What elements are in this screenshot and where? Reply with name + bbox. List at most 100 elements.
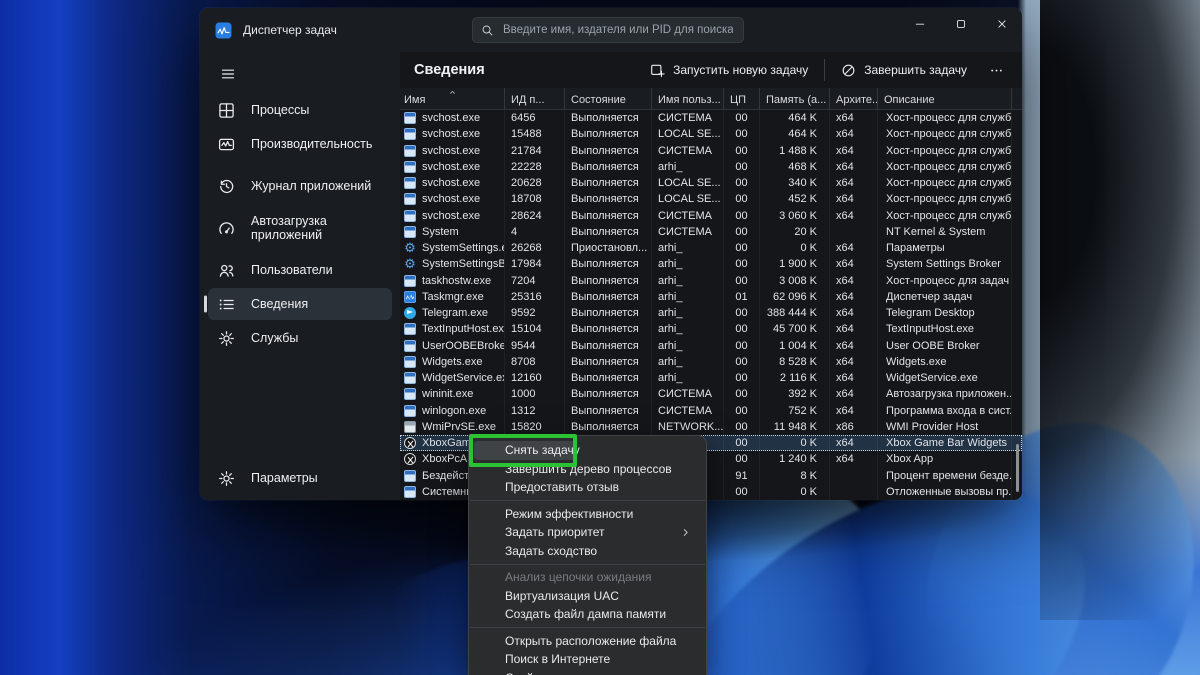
process-cell: 6456 — [505, 110, 565, 126]
context-menu-item-open-file-location[interactable]: Открыть расположение файла — [474, 632, 701, 651]
search-input[interactable] — [501, 23, 735, 37]
process-cell: 00 — [724, 273, 760, 289]
column-header-0[interactable]: Имя — [400, 88, 505, 109]
process-name-cell: SystemSettingsBroke... — [400, 256, 505, 272]
context-menu-item-properties[interactable]: Свойства — [474, 669, 701, 675]
context-menu-item-create-dump-file[interactable]: Создать файл дампа памяти — [474, 605, 701, 624]
sidebar-item-label: Сведения — [251, 297, 308, 311]
menu-separator — [470, 627, 705, 628]
process-cell: 00 — [724, 126, 760, 142]
process-cell: 45 700 K — [760, 321, 830, 337]
titlebar[interactable]: Диспетчер задач — [200, 8, 1022, 52]
sidebar-item-users[interactable]: Пользователи — [208, 254, 392, 286]
process-cell: x64 — [830, 435, 878, 451]
process-row[interactable]: Telegram.exe9592Выполняетсяarhi_00388 44… — [400, 305, 1022, 321]
context-menu-item-search-online[interactable]: Поиск в Интернете — [474, 650, 701, 669]
column-header-5[interactable]: Память (а... — [760, 88, 830, 109]
process-cell: Выполняется — [565, 338, 652, 354]
process-cell: x64 — [830, 338, 878, 354]
process-cell: Выполняется — [565, 289, 652, 305]
exe-process-icon — [404, 145, 416, 157]
process-row[interactable]: taskhostw.exe7204Выполняетсяarhi_003 008… — [400, 273, 1022, 289]
process-cell: 00 — [724, 451, 760, 467]
sidebar-item-processes[interactable]: Процессы — [208, 94, 392, 126]
process-cell: 22228 — [505, 159, 565, 175]
minimize-button[interactable] — [899, 8, 940, 39]
process-row[interactable]: svchost.exe15488ВыполняетсяLOCAL SE...00… — [400, 126, 1022, 142]
run-new-task-button[interactable]: Запустить новую задачу — [640, 57, 818, 84]
process-row[interactable]: WidgetService.exe12160Выполняетсяarhi_00… — [400, 370, 1022, 386]
process-cell: 340 K — [760, 175, 830, 191]
process-row[interactable]: WmiPrvSE.exe15820ВыполняетсяNETWORK...00… — [400, 419, 1022, 435]
process-row[interactable]: svchost.exe22228Выполняетсяarhi_00468 Kx… — [400, 159, 1022, 175]
column-header-3[interactable]: Имя польз... — [652, 88, 724, 109]
column-header-7[interactable]: Описание — [878, 88, 1012, 109]
context-menu-item-set-affinity[interactable]: Задать сходство — [474, 542, 701, 561]
sidebar-item-startup[interactable]: Автозагрузка приложений — [208, 204, 392, 252]
context-menu: Снять задачуЗавершить дерево процессовПр… — [468, 435, 707, 675]
maximize-icon — [955, 18, 967, 30]
process-cell: 0 K — [760, 484, 830, 500]
process-row[interactable]: winlogon.exe1312ВыполняетсяСИСТЕМА00752 … — [400, 403, 1022, 419]
process-row[interactable]: TextInputHost.exe15104Выполняетсяarhi_00… — [400, 321, 1022, 337]
sidebar-item-details[interactable]: Сведения — [208, 288, 392, 320]
context-menu-item-uac-virtualization[interactable]: Виртуализация UAC — [474, 587, 701, 606]
context-menu-item-provide-feedback[interactable]: Предоставить отзыв — [474, 478, 701, 497]
column-header-4[interactable]: ЦП — [724, 88, 760, 109]
sidebar-item-settings[interactable]: Параметры — [208, 462, 392, 494]
process-cell: Программа входа в сист... — [878, 403, 1012, 419]
process-row[interactable]: svchost.exe21784ВыполняетсяСИСТЕМА001 48… — [400, 143, 1022, 159]
process-name-cell: Telegram.exe — [400, 305, 505, 321]
process-row[interactable]: svchost.exe20628ВыполняетсяLOCAL SE...00… — [400, 175, 1022, 191]
process-row[interactable]: SystemSettingsBroke...17984Выполняетсяar… — [400, 256, 1022, 272]
process-row[interactable]: System4ВыполняетсяСИСТЕМА0020 KNT Kernel… — [400, 224, 1022, 240]
process-row[interactable]: Widgets.exe8708Выполняетсяarhi_008 528 K… — [400, 354, 1022, 370]
process-cell: Xbox Game Bar Widgets — [878, 435, 1012, 451]
navigation-toggle-button[interactable] — [210, 58, 246, 90]
process-cell: 452 K — [760, 191, 830, 207]
sidebar-item-history[interactable]: Журнал приложений — [208, 170, 392, 202]
window-title: Диспетчер задач — [243, 23, 337, 37]
search-box[interactable] — [472, 17, 744, 43]
process-row[interactable]: svchost.exe18708ВыполняетсяLOCAL SE...00… — [400, 191, 1022, 207]
process-cell: 0 K — [760, 435, 830, 451]
process-row[interactable]: wininit.exe1000ВыполняетсяСИСТЕМА00392 K… — [400, 386, 1022, 402]
process-row[interactable]: Taskmgr.exe25316Выполняетсяarhi_0162 096… — [400, 289, 1022, 305]
process-cell: Выполняется — [565, 224, 652, 240]
process-row[interactable]: UserOOBEBroker.exe9544Выполняетсяarhi_00… — [400, 338, 1022, 354]
context-menu-item-set-priority[interactable]: Задать приоритет — [474, 523, 701, 542]
context-menu-item-analyze-wait-chain[interactable]: Анализ цепочки ожидания — [474, 568, 701, 587]
column-header-1[interactable]: ИД п... — [505, 88, 565, 109]
process-cell — [830, 484, 878, 500]
more-options-button[interactable] — [979, 57, 1014, 84]
process-cell: Выполняется — [565, 256, 652, 272]
annotation-highlight-box — [469, 434, 577, 467]
end-task-button[interactable]: Завершить задачу — [831, 57, 977, 84]
process-cell: 00 — [724, 256, 760, 272]
process-cell: 2 116 K — [760, 370, 830, 386]
vertical-scrollbar[interactable] — [1016, 444, 1019, 492]
column-header-2[interactable]: Состояние — [565, 88, 652, 109]
process-row[interactable]: SystemSettings.exe26268Приостановл...arh… — [400, 240, 1022, 256]
process-cell: x64 — [830, 256, 878, 272]
process-cell: Выполняется — [565, 321, 652, 337]
maximize-button[interactable] — [940, 8, 981, 39]
process-name-cell: svchost.exe — [400, 191, 505, 207]
process-cell: 91 — [724, 468, 760, 484]
sidebar-item-services[interactable]: Службы — [208, 322, 392, 354]
column-header-6[interactable]: Архите... — [830, 88, 878, 109]
gear-process-icon — [404, 242, 416, 254]
taskmanager-app-icon — [215, 22, 232, 39]
exe-process-icon — [404, 161, 416, 173]
search-icon — [481, 24, 494, 37]
process-row[interactable]: svchost.exe6456ВыполняетсяСИСТЕМА00464 K… — [400, 110, 1022, 126]
exe-process-icon — [404, 372, 416, 384]
process-cell: x64 — [830, 305, 878, 321]
process-row[interactable]: svchost.exe28624ВыполняетсяСИСТЕМА003 06… — [400, 208, 1022, 224]
close-button[interactable] — [981, 8, 1022, 39]
process-cell: СИСТЕМА — [652, 386, 724, 402]
startup-icon — [218, 220, 235, 237]
sidebar-item-performance[interactable]: Производительность — [208, 128, 392, 160]
context-menu-item-efficiency-mode[interactable]: Режим эффективности — [474, 505, 701, 524]
process-cell: arhi_ — [652, 305, 724, 321]
